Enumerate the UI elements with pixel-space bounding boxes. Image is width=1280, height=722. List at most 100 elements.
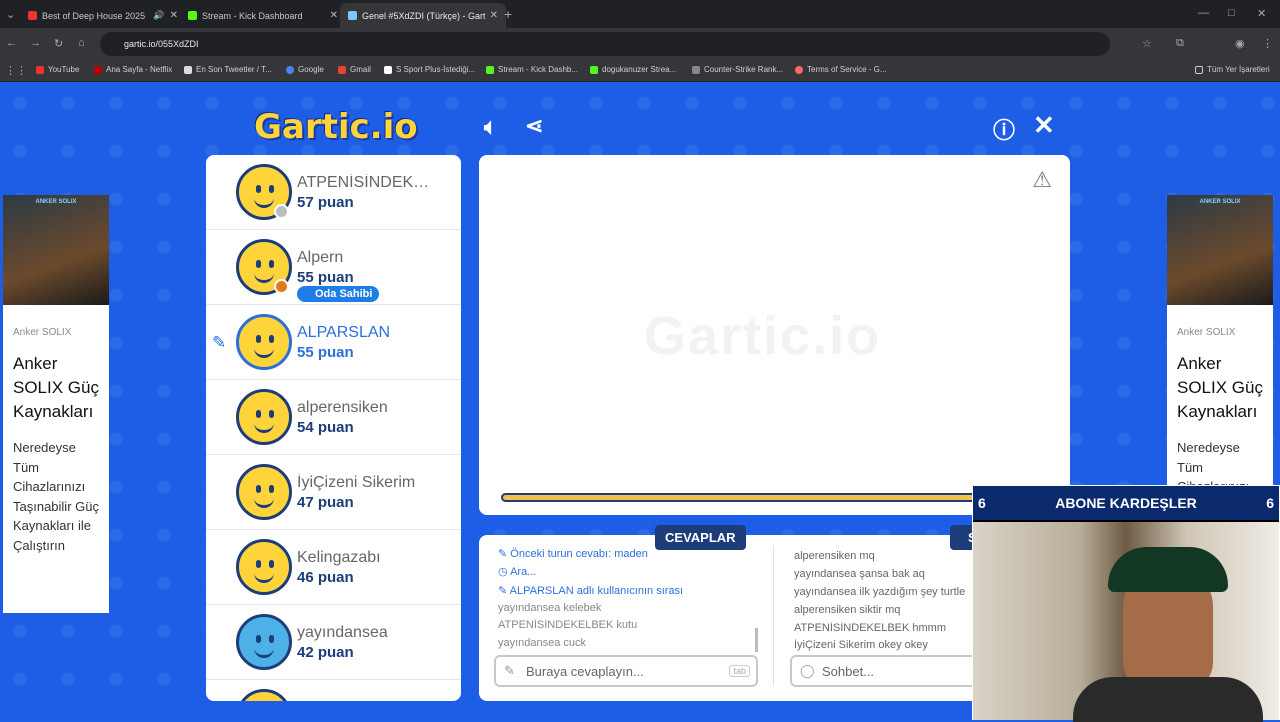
- bookmark-google[interactable]: Google: [286, 65, 324, 74]
- banner-text: ABONE KARDEŞLER: [1055, 495, 1197, 511]
- chat-message: yayındansea ilk yazdığım şey turtle: [794, 586, 974, 598]
- chat-message: alperensiken siktir mq: [794, 604, 974, 616]
- stream-banner: 6 ABONE KARDEŞLER 6: [973, 486, 1279, 520]
- youtube-icon: [36, 65, 44, 74]
- bookmark-terms[interactable]: Terms of Service - G...: [795, 65, 887, 74]
- tab-title: Genel #5XdZDI (Türkçe) - Gartic: [362, 10, 485, 21]
- bookmark-label: Counter-Strike Rank...: [704, 65, 784, 74]
- webcam-video: [973, 522, 1279, 722]
- reload-icon[interactable]: ↻: [54, 37, 63, 50]
- bookmark-label: Tüm Yer İşaretleri: [1207, 65, 1270, 74]
- message-text: İyiÇizeni Sikerim okey okey: [794, 639, 928, 651]
- tab-answers[interactable]: CEVAPLAR: [655, 525, 746, 550]
- answer-input[interactable]: ✎ Buraya cevaplayın... tab: [494, 655, 758, 687]
- info-icon[interactable]: ⓘ: [993, 113, 1015, 145]
- player-score: 55 puan: [297, 344, 354, 361]
- forward-icon[interactable]: →: [30, 37, 41, 49]
- all-bookmarks-button[interactable]: Tüm Yer İşaretleri: [1195, 65, 1270, 74]
- home-icon[interactable]: ⌂: [78, 37, 85, 49]
- profile-icon[interactable]: ◉: [1235, 37, 1245, 50]
- player-score: 47 puan: [297, 494, 354, 511]
- room-owner-badge: Oda Sahibi: [297, 286, 380, 302]
- report-warning-icon[interactable]: ⚠: [1032, 167, 1052, 193]
- answer-message: ATPENİSİNDEKELBEK kutu: [498, 619, 763, 631]
- extensions-icon[interactable]: ⧉: [1176, 37, 1184, 50]
- bookmark-ssport[interactable]: S Sport Plus-İstediği...: [384, 65, 475, 74]
- player-row[interactable]: alperensiken 54 puan: [206, 380, 461, 455]
- bookmark-gmail[interactable]: Gmail: [338, 65, 371, 74]
- status-dot: [274, 204, 289, 219]
- player-score: 42 puan: [297, 644, 354, 661]
- bookmark-label: dogukanuzer Strea...: [602, 65, 677, 74]
- ad-brand: Anker SOLIX: [1177, 327, 1236, 338]
- ad-left[interactable]: ANKER SOLIX Anker SOLIX Anker SOLIX Güç …: [3, 195, 109, 613]
- message-text: yayındansea ilk yazdığım şey turtle: [794, 586, 966, 598]
- player-row[interactable]: [206, 680, 461, 701]
- bookmark-label: Stream - Kick Dashb...: [498, 65, 579, 74]
- ad-text: Neredeyse Tüm Cihazlarınızı Taşınabilir …: [13, 440, 99, 553]
- bookmark-kick-dashboard[interactable]: Stream - Kick Dashb...: [486, 65, 578, 74]
- bookmark-twitter[interactable]: En Son Tweetler / T...: [184, 65, 272, 74]
- url-input[interactable]: gartic.io/055XdZDI: [100, 32, 1110, 56]
- player-row[interactable]: yayındansea 42 puan: [206, 605, 461, 680]
- tab-gartic[interactable]: Genel #5XdZDI (Türkçe) - Gartic ✕: [340, 3, 506, 28]
- player-name: Kelingazabı: [297, 549, 381, 566]
- chat-message: ATPENİSİNDEKELBEK hmmm: [794, 622, 974, 634]
- bookmark-kick-stream[interactable]: dogukanuzer Strea...: [590, 65, 676, 74]
- player-row[interactable]: ✎ ALPARSLAN 55 puan: [206, 305, 461, 380]
- player-name: yayındansea: [297, 624, 388, 641]
- share-icon[interactable]: ⋖: [525, 113, 543, 139]
- player-row[interactable]: Alpern 55 puan Oda Sahibi: [206, 230, 461, 305]
- player-list: ATPENİSİNDEKELBEK 57 puan Alpern 55 puan…: [206, 155, 461, 701]
- message-text: alperensiken siktir mq: [794, 604, 901, 616]
- player-avatar: [236, 689, 292, 701]
- player-row[interactable]: ATPENİSİNDEKELBEK 57 puan: [206, 155, 461, 230]
- bookmark-csrank[interactable]: Counter-Strike Rank...: [692, 65, 783, 74]
- close-tab-icon[interactable]: ✕: [490, 10, 498, 21]
- maximize-icon[interactable]: □: [1228, 7, 1235, 19]
- tab-list-icon[interactable]: ⌄: [6, 8, 15, 21]
- player-avatar: [236, 614, 292, 670]
- menu-icon[interactable]: ⋮: [1262, 37, 1273, 50]
- sound-icon[interactable]: 🔈︎: [484, 114, 497, 140]
- player-name: İyiÇizeni Sikerim: [297, 474, 416, 491]
- csrank-icon: [692, 65, 700, 74]
- player-name: ALPARSLAN: [297, 324, 391, 341]
- close-tab-icon[interactable]: ✕: [170, 10, 178, 21]
- message-text: ATPENİSİNDEKELBEK kutu: [498, 619, 638, 631]
- close-icon[interactable]: ✕: [1033, 110, 1055, 141]
- player-name: Alpern: [297, 249, 344, 266]
- answer-message: yayındansea kelebek: [498, 602, 763, 614]
- close-tab-icon[interactable]: ✕: [330, 10, 338, 21]
- player-name: alperensiken: [297, 399, 388, 416]
- location-pin-icon: [795, 65, 803, 74]
- streamer-cap: [1108, 547, 1228, 592]
- tab-youtube[interactable]: Best of Deep House 2025 | Ch 🔊 ✕: [20, 3, 186, 28]
- message-text: alperensiken mq: [794, 550, 875, 562]
- back-icon[interactable]: ←: [6, 37, 17, 49]
- tab-kick[interactable]: Stream - Kick Dashboard ✕: [180, 3, 346, 28]
- chat-panel: ✎ Önceki turun cevabı: maden ◷ Ara... ✎ …: [479, 535, 980, 701]
- chat-input[interactable]: ◯ Sohbet...: [790, 655, 980, 687]
- bookmark-youtube[interactable]: YouTube: [36, 65, 79, 74]
- answers-scrollbar[interactable]: [755, 628, 758, 652]
- player-row[interactable]: Kelingazabı 46 puan: [206, 530, 461, 605]
- player-score: 54 puan: [297, 419, 354, 436]
- player-row[interactable]: İyiÇizeni Sikerim 47 puan: [206, 455, 461, 530]
- bookmark-star-icon[interactable]: ☆: [1142, 37, 1152, 50]
- ad-brand: Anker SOLIX: [13, 327, 72, 338]
- apps-icon[interactable]: ⋮⋮: [5, 64, 27, 77]
- new-tab-icon[interactable]: +: [504, 6, 512, 22]
- window-close-icon[interactable]: ✕: [1257, 7, 1266, 20]
- chat-message: yayındansea şansa bak aq: [794, 568, 974, 580]
- bookmark-label: Google: [298, 65, 324, 74]
- message-text: Önceki turun cevabı: maden: [510, 548, 648, 560]
- minimize-icon[interactable]: —: [1198, 7, 1209, 19]
- bookmark-netflix[interactable]: Ana Sayfa - Netflix: [94, 65, 172, 74]
- message-text: ATPENİSİNDEKELBEK hmmm: [794, 622, 946, 634]
- message-text: ALPARSLAN adlı kullanıcının sırası: [509, 585, 684, 597]
- gmail-icon: [338, 65, 346, 74]
- bookmark-label: Ana Sayfa - Netflix: [106, 65, 173, 74]
- ad-image: ANKER SOLIX: [3, 195, 109, 305]
- drawing-canvas[interactable]: ⚠ Gartic.io: [479, 155, 1070, 515]
